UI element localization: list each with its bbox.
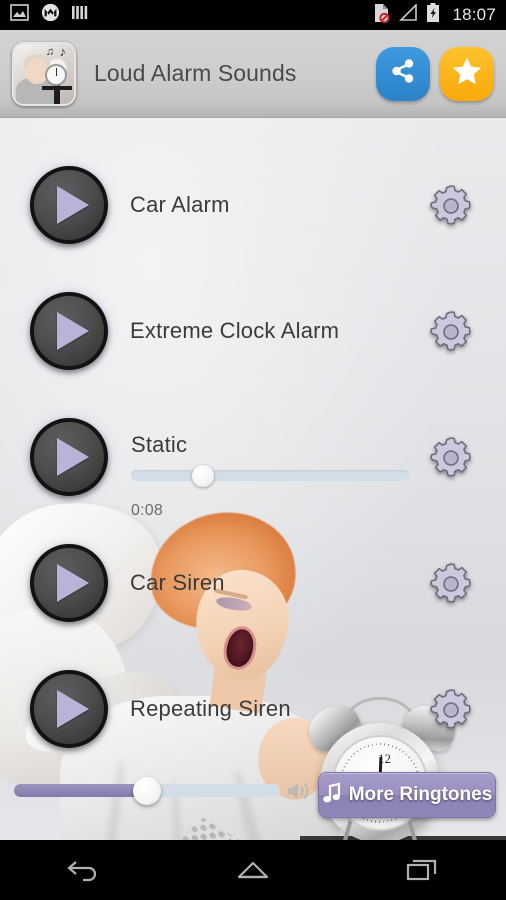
volume-speaker-icon [286,780,312,802]
share-button[interactable] [376,46,430,101]
play-icon [57,438,89,476]
more-ringtones-button[interactable]: More Ringtones [318,772,496,818]
back-button[interactable] [39,840,129,900]
app-icon-alarm-woman: ♫ ♪ [12,41,76,106]
sound-title: Car Siren [130,570,225,595]
play-button[interactable] [30,292,108,370]
recent-apps-icon [402,853,442,888]
playback-seekbar[interactable] [131,464,409,487]
music-note-icon [322,782,342,809]
sound-title: Static [131,432,188,457]
home-icon [233,853,273,888]
gear-icon[interactable] [427,434,475,482]
more-ringtones-label: More Ringtones [348,784,493,805]
share-icon [389,57,417,90]
playback-time: 0:08 [131,502,163,519]
app-screen: 18:07 ♫ ♪ Loud Alarm Sounds 12 Car Alarm… [0,0,506,900]
seekbar-track[interactable] [131,464,409,487]
play-button[interactable] [30,166,108,244]
play-icon [57,312,89,350]
gallery-image-icon [10,4,29,26]
page-title: Loud Alarm Sounds [94,60,297,86]
motorola-logo-icon [41,3,60,27]
star-icon [452,56,482,91]
gear-icon[interactable] [427,560,475,608]
status-bar: 18:07 [0,0,506,30]
back-arrow-icon [64,853,104,888]
seekbar-thumb[interactable] [192,464,215,487]
status-bar-clock: 18:07 [452,5,496,24]
play-icon [57,186,89,224]
play-button[interactable] [30,544,108,622]
gear-icon[interactable] [427,308,475,356]
sound-title: Repeating Siren [130,696,291,721]
volume-slider-fill [14,784,147,797]
signal-bars-icon [72,4,89,26]
play-button[interactable] [30,418,108,496]
app-header: ♫ ♪ Loud Alarm Sounds [0,30,506,118]
play-icon [57,564,89,602]
recent-apps-button[interactable] [377,840,467,900]
volume-slider[interactable] [14,776,280,805]
sound-title: Car Alarm [130,192,230,217]
no-sim-card-icon [373,3,391,28]
favorite-button[interactable] [440,46,494,101]
battery-charging-icon [426,2,440,28]
android-navigation-bar [0,840,506,900]
play-button[interactable] [30,670,108,748]
gear-icon[interactable] [427,182,475,230]
sound-title: Extreme Clock Alarm [130,318,340,343]
gear-icon[interactable] [427,686,475,734]
header-actions [376,46,494,101]
status-bar-left-icons [10,3,89,27]
status-bar-right-icons: 18:07 [373,2,496,28]
cellular-signal-icon [398,2,418,27]
play-icon [57,690,89,728]
home-button[interactable] [208,840,298,900]
sound-list: Car Alarm Extreme Clock Alarm Static 0:0… [0,118,506,840]
volume-slider-thumb[interactable] [133,776,161,805]
